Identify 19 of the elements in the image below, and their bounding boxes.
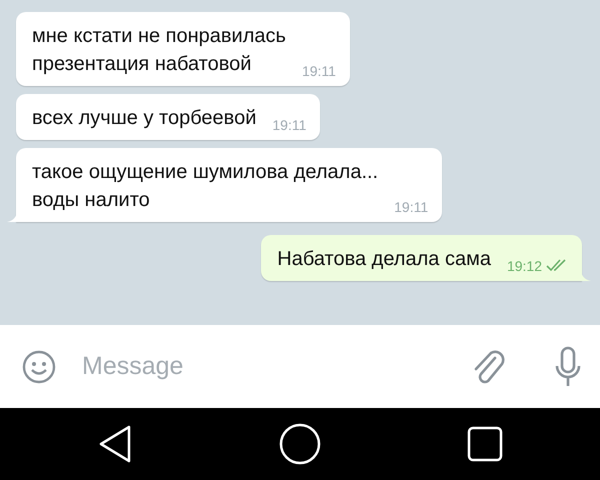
message-time: 19:11 bbox=[272, 116, 306, 134]
message-text: всех лучше у торбеевой bbox=[32, 106, 256, 131]
microphone-icon bbox=[554, 346, 582, 388]
back-triangle-icon bbox=[97, 424, 133, 464]
recents-square-icon bbox=[467, 426, 503, 462]
message-time: 19:11 bbox=[302, 62, 336, 80]
smiley-icon bbox=[22, 350, 56, 384]
microphone-button[interactable] bbox=[554, 346, 582, 388]
message-time: 19:12 bbox=[506, 257, 542, 275]
message-time: 19:11 bbox=[394, 198, 428, 216]
back-button[interactable] bbox=[97, 424, 133, 464]
message-input[interactable]: Message bbox=[80, 346, 448, 386]
message-text: такое ощущение шумилова делала... воды налито bbox=[32, 160, 378, 213]
home-circle-icon bbox=[279, 423, 321, 465]
emoji-button[interactable] bbox=[22, 350, 56, 384]
recents-button[interactable] bbox=[467, 426, 503, 462]
home-button[interactable] bbox=[279, 423, 321, 465]
message-text: мне кстати не понравилась презентация набатовой bbox=[32, 24, 286, 77]
message-text: Набатова делала сама bbox=[277, 247, 491, 272]
